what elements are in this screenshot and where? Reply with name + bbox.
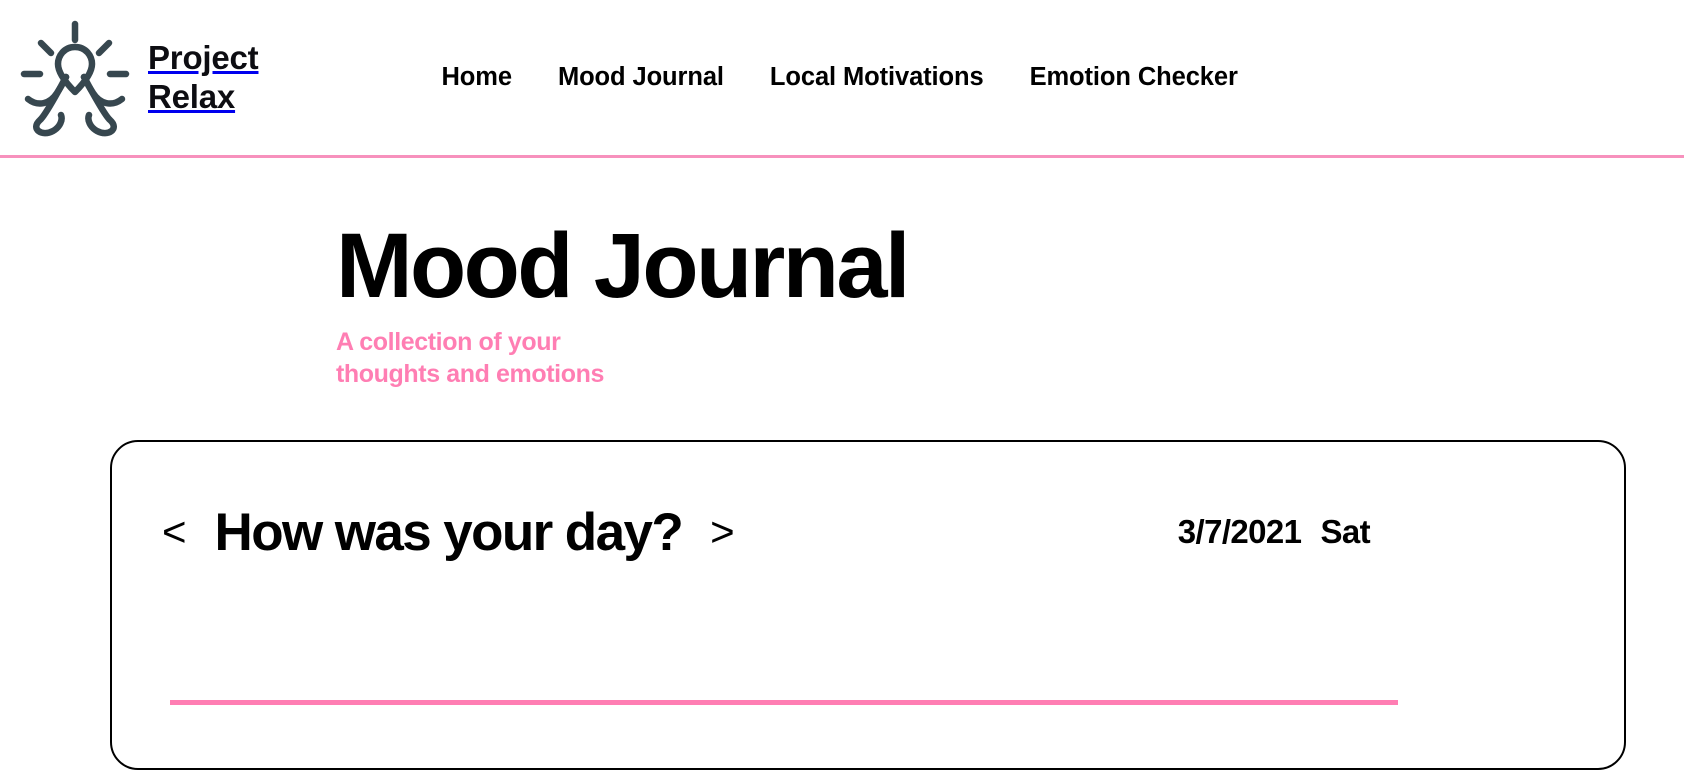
day-prompt-group: < How was your day? > — [142, 502, 755, 563]
entry-divider — [170, 700, 1398, 705]
page-subtitle: A collection of your thoughts and emotio… — [336, 328, 604, 388]
previous-day-chevron-icon[interactable]: < — [142, 511, 207, 553]
page-title: Mood Journal — [336, 215, 910, 317]
nav-link-local-motivations[interactable]: Local Motivations — [770, 63, 984, 92]
hero-section: Mood Journal A collection of your though… — [0, 158, 1684, 390]
entry-weekday-value: Sat — [1320, 513, 1370, 550]
entry-date-group: 3/7/2021 Sat — [1177, 513, 1371, 551]
brand-name: Project Relax — [148, 38, 259, 115]
journal-card-header: < How was your day? > 3/7/2021 Sat — [112, 442, 1624, 622]
brand-logo-link[interactable]: Project Relax — [16, 17, 259, 139]
nav-link-mood-journal[interactable]: Mood Journal — [558, 63, 724, 92]
meditation-figure-icon — [16, 17, 134, 139]
journal-entry-card: < How was your day? > 3/7/2021 Sat — [110, 440, 1626, 770]
nav-link-home[interactable]: Home — [441, 63, 512, 92]
site-header: Project Relax Home Mood Journal Local Mo… — [0, 0, 1684, 158]
main-navigation: Home Mood Journal Local Motivations Emot… — [441, 63, 1237, 92]
next-day-chevron-icon[interactable]: > — [690, 511, 755, 553]
day-prompt-text: How was your day? — [214, 502, 684, 562]
entry-date-value: 3/7/2021 — [1177, 513, 1302, 550]
nav-link-emotion-checker[interactable]: Emotion Checker — [1030, 63, 1238, 92]
